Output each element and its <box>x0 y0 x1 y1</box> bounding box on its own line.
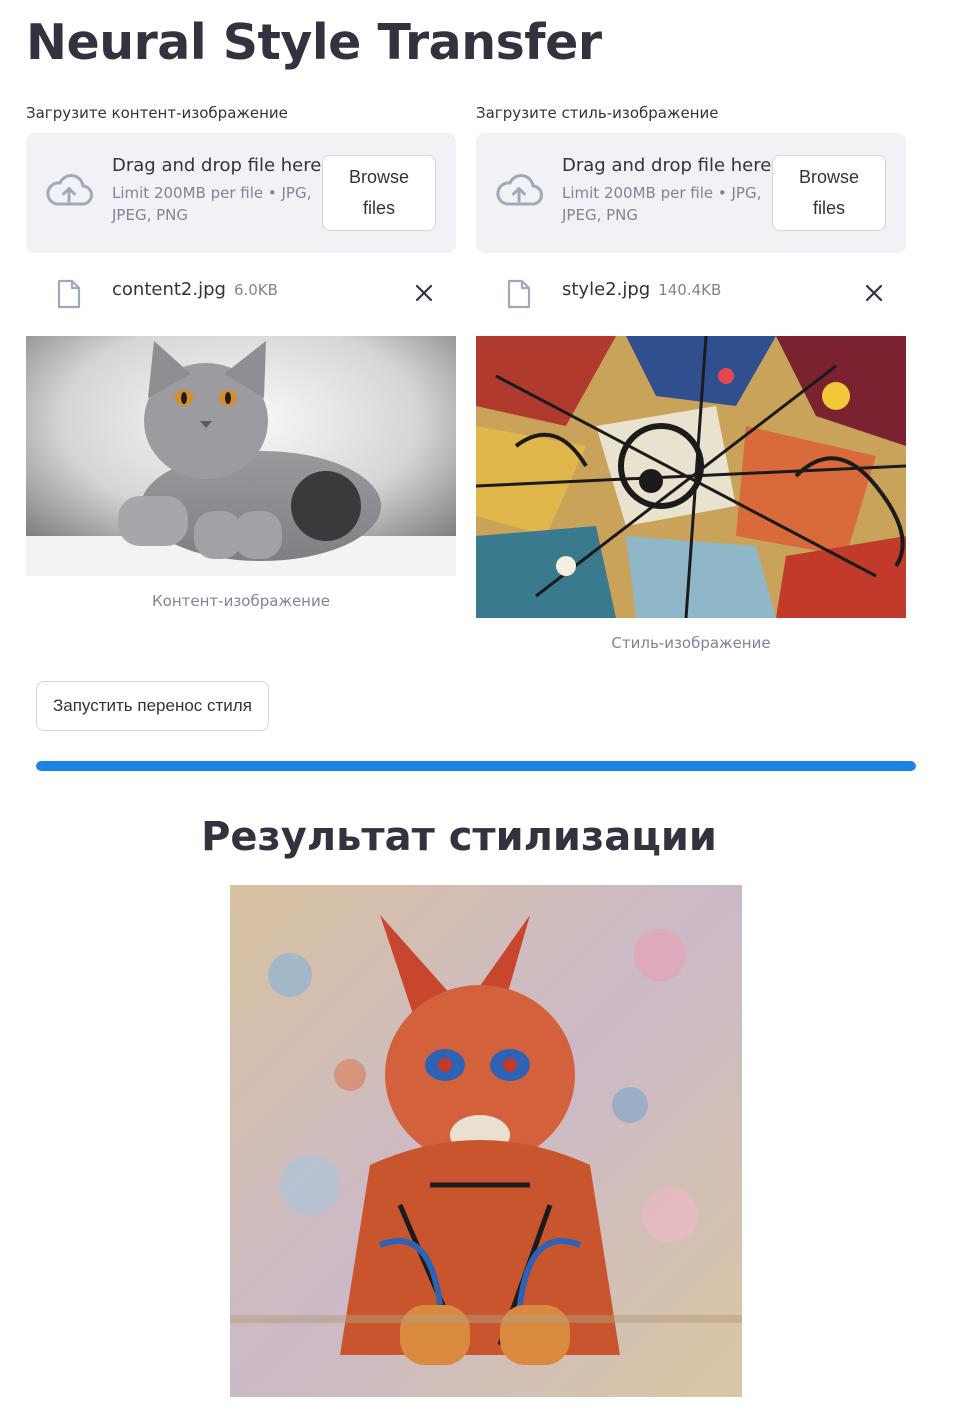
content-uploader-label: Загрузите контент-изображение <box>26 104 288 122</box>
cat-photo <box>26 336 456 576</box>
stylized-cat <box>230 885 742 1397</box>
content-browse-button[interactable]: Browse files <box>322 155 436 231</box>
content-limit-text: Limit 200MB per file • JPG, JPEG, PNG <box>112 184 312 224</box>
file-icon <box>507 279 531 309</box>
style-dropzone-text: Drag and drop file here Limit 200MB per … <box>562 155 772 226</box>
style-uploader-section: Загрузите стиль-изображение Drag and dro… <box>476 100 906 652</box>
style-uploader-label: Загрузите стиль-изображение <box>476 104 719 122</box>
close-icon[interactable] <box>412 281 436 305</box>
cloud-upload-icon <box>496 174 543 206</box>
content-image-caption: Контент-изображение <box>152 592 330 610</box>
result-image <box>230 885 742 1397</box>
close-icon[interactable] <box>862 281 886 305</box>
run-style-transfer-button[interactable]: Запустить перенос стиля <box>36 681 269 731</box>
app-title: Neural Style Transfer <box>26 14 602 71</box>
content-file-info: content2.jpg 6.0KB <box>112 279 278 300</box>
content-file-size: 6.0KB <box>233 281 278 299</box>
content-dropzone[interactable]: Drag and drop file here Limit 200MB per … <box>26 133 456 253</box>
style-uploaded-file: style2.jpg 140.4KB <box>476 253 906 333</box>
content-dropzone-text: Drag and drop file here Limit 200MB per … <box>112 155 322 226</box>
content-uploaded-file: content2.jpg 6.0KB <box>26 253 456 333</box>
style-image <box>476 336 906 618</box>
content-file-name: content2.jpg <box>112 279 226 300</box>
app-page: Neural Style Transfer Загрузите контент-… <box>0 0 980 1427</box>
content-uploader-section: Загрузите контент-изображение Drag and d… <box>26 100 456 610</box>
style-dropzone[interactable]: Drag and drop file here Limit 200MB per … <box>476 133 906 253</box>
style-file-size: 140.4KB <box>658 281 722 299</box>
result-title: Результат стилизации <box>201 814 717 860</box>
style-file-name: style2.jpg <box>562 279 651 300</box>
style-drop-title: Drag and drop file here <box>562 155 772 176</box>
file-icon <box>57 279 81 309</box>
progress-bar-fill <box>36 761 916 771</box>
content-drop-title: Drag and drop file here <box>112 155 322 176</box>
progress-bar <box>36 761 916 771</box>
style-limit-text: Limit 200MB per file • JPG, JPEG, PNG <box>562 184 762 224</box>
cloud-upload-icon <box>46 174 93 206</box>
content-image <box>26 336 456 576</box>
style-file-info: style2.jpg 140.4KB <box>562 279 721 300</box>
style-browse-button[interactable]: Browse files <box>772 155 886 231</box>
style-image-caption: Стиль-изображение <box>611 634 771 652</box>
abstract-painting <box>476 336 906 618</box>
